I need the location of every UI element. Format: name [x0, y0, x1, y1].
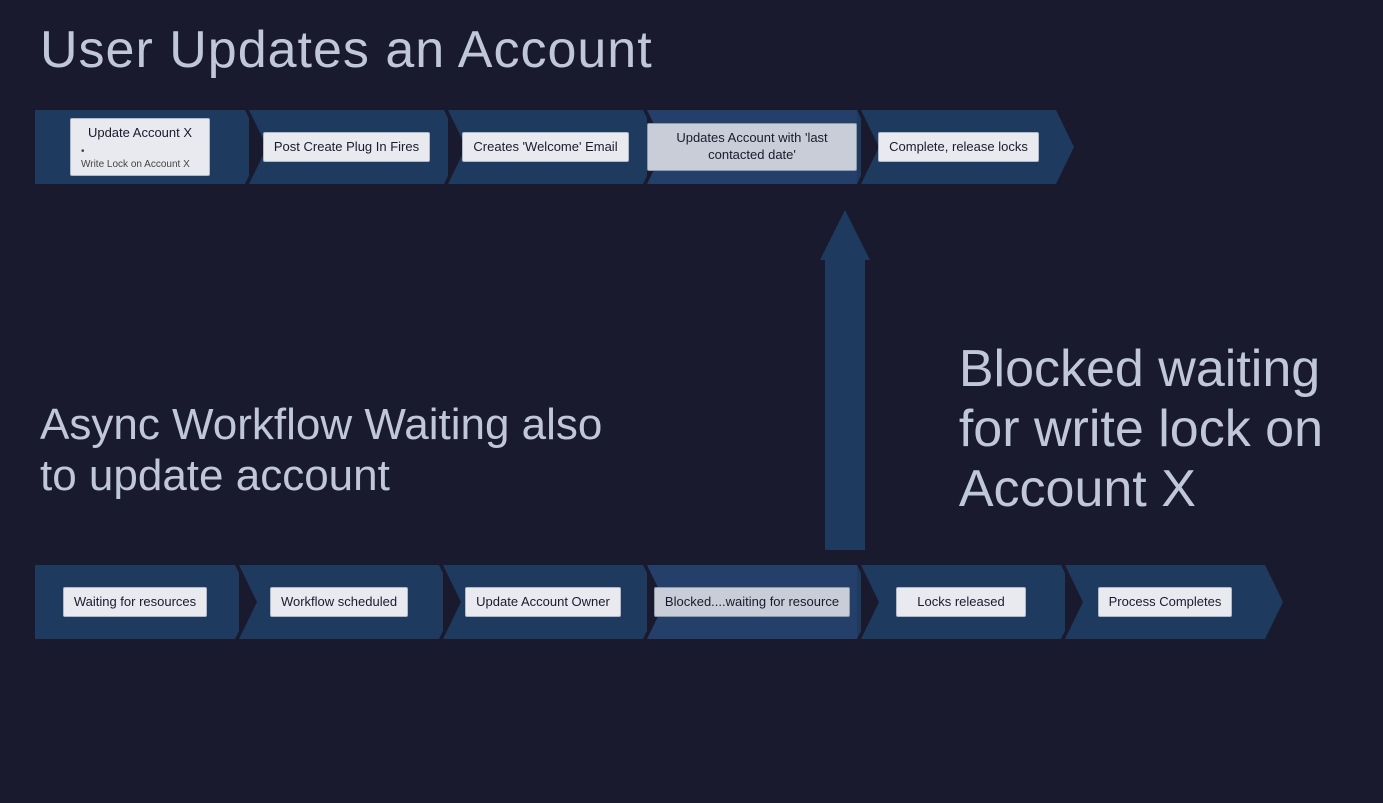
bottom-step-3: Update Account Owner	[443, 565, 643, 639]
top-step-4: Updates Account with 'last contacted dat…	[647, 110, 857, 184]
bottom-step-2-label: Workflow scheduled	[270, 587, 408, 618]
top-step-5: Complete, release locks	[861, 110, 1056, 184]
top-step-1-label: Update Account X • Write Lock on Account…	[70, 118, 210, 176]
top-step-4-label: Updates Account with 'last contacted dat…	[647, 123, 857, 171]
bottom-step-1-label: Waiting for resources	[63, 587, 207, 618]
bottom-step-4: Blocked....waiting for resource	[647, 565, 857, 639]
top-step-3: Creates 'Welcome' Email	[448, 110, 643, 184]
bottom-step-2: Workflow scheduled	[239, 565, 439, 639]
top-step-5-label: Complete, release locks	[878, 132, 1039, 163]
bottom-step-1: Waiting for resources	[35, 565, 235, 639]
blocked-waiting-label: Blocked waiting for write lock on Accoun…	[959, 340, 1323, 519]
top-step-2-label: Post Create Plug In Fires	[263, 132, 430, 163]
top-step-3-label: Creates 'Welcome' Email	[462, 132, 628, 163]
top-flow-row: Update Account X • Write Lock on Account…	[35, 110, 1056, 184]
bottom-step-6-label: Process Completes	[1098, 587, 1233, 618]
bottom-step-4-label: Blocked....waiting for resource	[654, 587, 850, 618]
page-title: User Updates an Account	[40, 20, 653, 80]
bottom-step-5: Locks released	[861, 565, 1061, 639]
bottom-flow-row: Waiting for resources Workflow scheduled…	[35, 565, 1265, 639]
bottom-step-5-label: Locks released	[896, 587, 1026, 618]
top-step-1-sub: • Write Lock on Account X	[81, 145, 199, 171]
top-step-1: Update Account X • Write Lock on Account…	[35, 110, 245, 184]
async-workflow-label: Async Workflow Waiting also to update ac…	[40, 400, 620, 501]
top-step-1-text: Update Account X	[81, 125, 199, 142]
bottom-step-6: Process Completes	[1065, 565, 1265, 639]
blocked-arrow	[820, 210, 870, 550]
bottom-step-3-label: Update Account Owner	[465, 587, 621, 618]
top-step-2: Post Create Plug In Fires	[249, 110, 444, 184]
